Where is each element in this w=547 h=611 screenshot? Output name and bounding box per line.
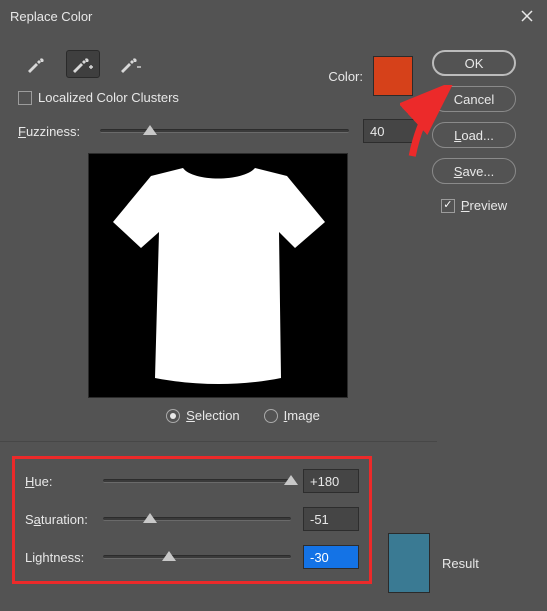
localized-label: Localized Color Clusters bbox=[38, 90, 179, 105]
slider-thumb[interactable] bbox=[284, 475, 298, 485]
eyedropper-button[interactable] bbox=[18, 50, 52, 78]
dialog-title: Replace Color bbox=[10, 9, 507, 24]
slider-thumb[interactable] bbox=[143, 125, 157, 135]
result-label: Result bbox=[442, 556, 479, 571]
preview-label: Preview bbox=[461, 198, 507, 213]
hue-label: Hue: bbox=[25, 474, 103, 489]
radio-image[interactable]: Image bbox=[264, 408, 320, 423]
divider bbox=[0, 441, 437, 442]
lightness-label: Lightness: bbox=[25, 550, 103, 565]
cancel-button[interactable]: Cancel bbox=[432, 86, 516, 112]
preview-checkbox[interactable] bbox=[441, 199, 455, 213]
ok-button[interactable]: OK bbox=[432, 50, 516, 76]
close-icon bbox=[521, 10, 533, 22]
selection-preview bbox=[88, 153, 348, 398]
saturation-slider[interactable] bbox=[103, 517, 291, 521]
fuzziness-input[interactable]: 40 bbox=[363, 119, 419, 143]
hsl-highlight-box: Hue: +180 Saturation: -51 Lightness: -30 bbox=[12, 456, 372, 584]
slider-thumb[interactable] bbox=[143, 513, 157, 523]
fuzziness-label: Fuzziness: bbox=[18, 124, 100, 139]
localized-checkbox[interactable] bbox=[18, 91, 32, 105]
radio-icon bbox=[166, 409, 180, 423]
close-button[interactable] bbox=[507, 0, 547, 32]
eyedropper-group bbox=[18, 50, 328, 78]
save-button[interactable]: Save... bbox=[432, 158, 516, 184]
saturation-label: Saturation: bbox=[25, 512, 103, 527]
eyedropper-minus-icon bbox=[119, 53, 143, 75]
saturation-input[interactable]: -51 bbox=[303, 507, 359, 531]
result-color-swatch[interactable] bbox=[388, 533, 430, 593]
eyedropper-icon bbox=[24, 53, 46, 75]
radio-icon bbox=[264, 409, 278, 423]
slider-thumb[interactable] bbox=[162, 551, 176, 561]
hue-slider[interactable] bbox=[103, 479, 291, 483]
eyedropper-subtract-button[interactable] bbox=[114, 50, 148, 78]
radio-selection[interactable]: Selection bbox=[166, 408, 239, 423]
lightness-input[interactable]: -30 bbox=[303, 545, 359, 569]
hue-input[interactable]: +180 bbox=[303, 469, 359, 493]
color-label: Color: bbox=[328, 69, 363, 84]
eyedropper-plus-icon bbox=[71, 53, 95, 75]
lightness-slider[interactable] bbox=[103, 555, 291, 559]
load-button[interactable]: Load... bbox=[432, 122, 516, 148]
fuzziness-slider[interactable] bbox=[100, 129, 349, 133]
source-color-swatch[interactable] bbox=[373, 56, 413, 96]
eyedropper-add-button[interactable] bbox=[66, 50, 100, 78]
shirt-mask-icon bbox=[111, 162, 327, 390]
titlebar: Replace Color bbox=[0, 0, 547, 32]
